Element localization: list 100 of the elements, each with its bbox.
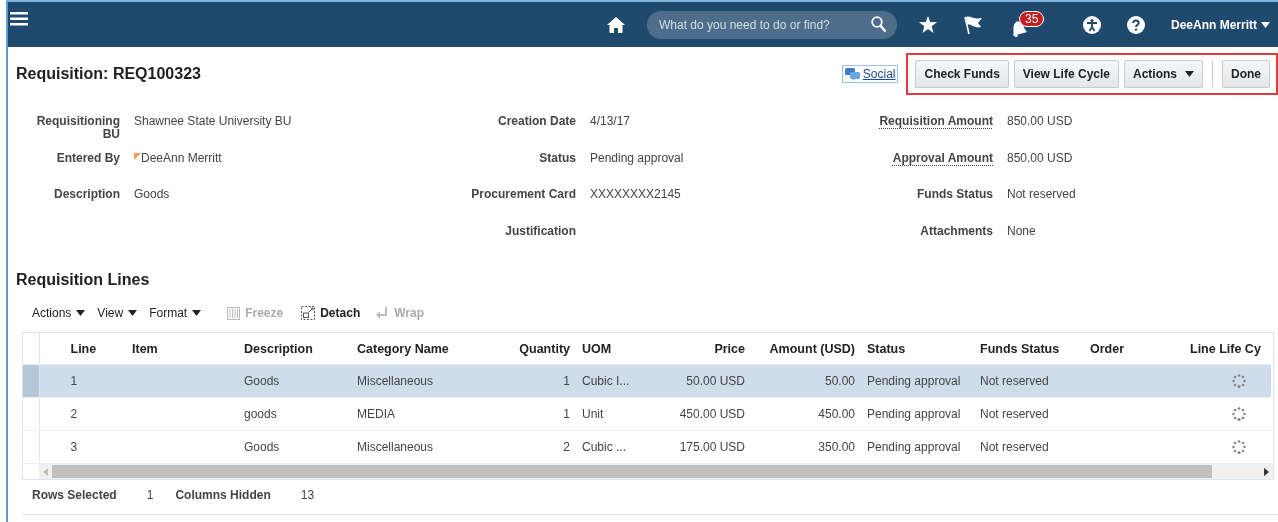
life-cycle-icon[interactable] [1232,374,1246,388]
section-title: Requisition Lines [16,270,151,290]
field-value: XXXXXXXX2145 [590,188,681,201]
life-cycle-icon[interactable] [1232,440,1246,454]
table-cell: Not reserved [980,374,1049,388]
table-cell: Miscellaneous [357,374,434,388]
field-label: Procurement Card [470,188,576,201]
field-label: Creation Date [496,115,576,128]
field-label: Entered By [55,151,120,165]
scrollbar[interactable] [39,464,1273,479]
field-value: DeeAnn Merritt [141,151,222,165]
field-value: Not reserved [1007,188,1076,201]
flag-icon[interactable] [963,15,983,34]
column-header[interactable]: UOM [582,341,612,356]
toolbar-button[interactable]: Detach [299,306,363,320]
field-value: None [1007,224,1036,238]
caret-icon [128,310,138,316]
column-header[interactable]: Status [867,341,906,356]
notification-badge: 35 [1019,10,1045,27]
table-cell: 50.00 [824,374,855,388]
table-cell: 3 [70,440,78,454]
table-cell: Goods [244,440,280,454]
column-header[interactable]: Line Life Cy [1190,341,1261,356]
caret-icon [1185,71,1194,77]
table-cell: Pending approval [867,440,961,454]
field-label: Requisitioning BU [35,115,120,141]
column-header[interactable]: Item [132,341,158,356]
table-row[interactable]: 3 Goods Miscellaneous 2 Cubic ... 175.00 USD 350.00 Pending approval Not reserved [23,430,1271,464]
table-cell: 50.00 USD [686,374,745,388]
menu-icon[interactable] [10,11,28,26]
table-cell: 2 [70,407,78,421]
table-cell: MEDIA [357,407,395,421]
table-cell: Unit [582,407,604,421]
table-cell: Cubic ... [582,440,626,454]
column-header[interactable]: Quantity [519,341,570,356]
table-cell: 1 [563,374,570,388]
life-cycle-icon[interactable] [1232,407,1246,421]
table-cell: Not reserved [980,440,1049,454]
table-cell: Pending approval [867,374,961,388]
page-title: Requisition: REQ100323 [16,65,201,83]
star-icon[interactable] [919,16,937,33]
menu-button[interactable]: Actions [30,306,88,320]
field-label[interactable]: Approval Amount [858,151,993,165]
table-cell: Goods [244,374,280,388]
table-cell: 450.00 [818,407,855,421]
table-cell: Not reserved [980,407,1049,421]
table-cell: Cubic I... [582,374,630,388]
column-header[interactable]: Price [714,341,745,356]
field-value: 850.00 USD [1007,115,1073,128]
column-header[interactable]: Line [70,341,97,356]
action-button[interactable]: Done [1222,60,1270,88]
accessibility-icon[interactable] [1083,15,1101,34]
home-icon[interactable] [607,16,625,33]
scroll-right-icon[interactable] [1264,467,1269,476]
column-header[interactable]: Description [244,341,313,356]
table-row[interactable]: 1 Goods Miscellaneous 1 Cubic I... 50.00 USD 50.00 Pending approval Not reserved [23,364,1271,398]
footer-value: 1 [146,488,154,502]
actions-menu-button[interactable]: Actions [1124,60,1203,88]
column-header[interactable]: Order [1090,341,1125,356]
table-cell: goods [244,407,277,421]
field-label: Attachments [919,224,993,238]
table-cell: 450.00 USD [679,407,745,421]
field-value: Shawnee State University BU [134,115,292,128]
social-link[interactable]: Social [841,65,899,83]
wrap-icon [376,306,390,320]
table-cell: 175.00 USD [679,440,745,454]
caret-icon [192,310,202,316]
field-label: Status [538,151,576,165]
field-value: 850.00 USD [1007,151,1073,165]
field-label[interactable]: Requisition Amount [858,115,993,128]
user-menu[interactable]: DeeAnn Merritt [1171,17,1270,32]
footer-label: Rows Selected [32,488,117,502]
table-row[interactable]: 2 goods MEDIA 1 Unit 450.00 USD 450.00 Pending approval Not reserved [23,397,1271,431]
menu-button[interactable]: View [95,306,140,320]
search-field[interactable]: What do you need to do or find? [647,10,897,39]
field-label: Funds Status [916,188,993,201]
table-cell: 1 [563,407,570,421]
footer-label: Columns Hidden [175,488,271,502]
field-value: 4/13/17 [590,115,631,128]
field-value: Pending approval [590,151,684,165]
caret-icon [76,310,86,316]
column-header[interactable]: Amount (USD) [769,341,855,356]
table-cell: 1 [70,374,78,388]
field-label: Description [53,188,120,201]
table-cell: 2 [563,440,570,454]
action-button[interactable]: Check Funds [915,60,1009,88]
table-cell: 350.00 [818,440,855,454]
help-icon[interactable] [1127,15,1145,34]
table-cell: Pending approval [867,407,961,421]
freeze-icon [227,306,241,320]
table-cell: Miscellaneous [357,440,434,454]
menu-button[interactable]: Format [147,306,204,320]
action-button[interactable]: View Life Cycle [1013,60,1119,88]
field-label: Justification [504,224,576,238]
caret-icon [1261,21,1270,28]
search-icon[interactable] [871,15,887,33]
footer-value: 13 [300,488,315,502]
field-value: Goods [134,188,170,201]
column-header[interactable]: Category Name [357,341,449,356]
column-header[interactable]: Funds Status [980,341,1060,356]
